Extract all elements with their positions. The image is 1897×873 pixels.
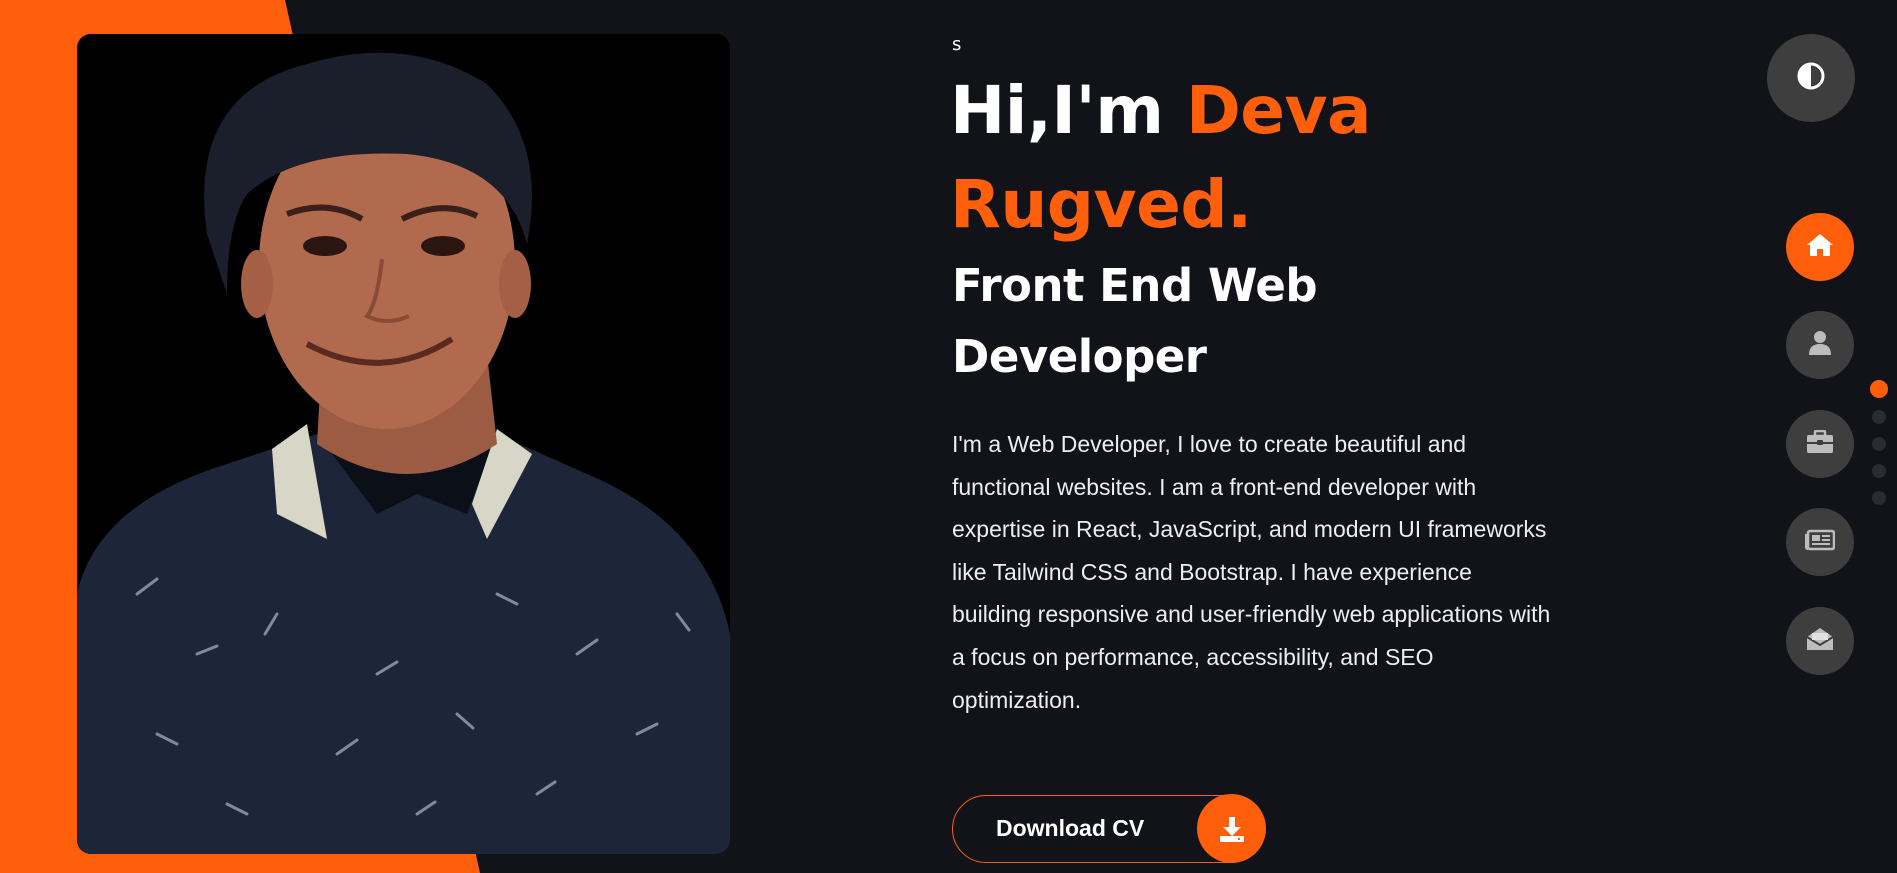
section-dot-2[interactable]: [1872, 410, 1886, 424]
nav-contact-button[interactable]: [1786, 607, 1854, 675]
home-icon: [1805, 232, 1835, 262]
role-line-2: Developer: [952, 330, 1207, 383]
nav-blog-button[interactable]: [1786, 508, 1854, 576]
about-paragraph: I'm a Web Developer, I love to create be…: [952, 431, 1551, 713]
section-dot-1[interactable]: [1870, 380, 1888, 398]
nav-portfolio-button[interactable]: [1786, 410, 1854, 478]
contrast-icon: [1796, 61, 1826, 95]
newspaper-icon: [1805, 529, 1836, 555]
section-dot-3[interactable]: [1872, 437, 1886, 451]
section-dot-4[interactable]: [1872, 464, 1886, 478]
profile-photo: [77, 34, 730, 854]
hero-heading: Hi,I'm Deva Rugved.: [950, 64, 1590, 252]
download-cv-label: Download CV: [996, 815, 1145, 841]
envelope-open-icon: [1806, 626, 1834, 656]
role-title: Front End Web Developer: [952, 250, 1552, 392]
user-icon: [1808, 330, 1832, 360]
download-cv-button[interactable]: Download CV: [952, 794, 1266, 863]
theme-toggle-button[interactable]: [1767, 34, 1855, 122]
name-first: Deva: [1185, 72, 1372, 149]
role-line-1: Front End Web: [952, 259, 1318, 312]
nav-about-button[interactable]: [1786, 311, 1854, 379]
briefcase-icon: [1806, 429, 1834, 458]
section-dot-5[interactable]: [1872, 491, 1886, 505]
download-icon: [1197, 794, 1266, 863]
nav-home-button[interactable]: [1786, 213, 1854, 281]
small-text: s: [952, 34, 962, 55]
greeting-text: Hi,I'm: [950, 72, 1164, 149]
name-last: Rugved.: [950, 166, 1252, 243]
